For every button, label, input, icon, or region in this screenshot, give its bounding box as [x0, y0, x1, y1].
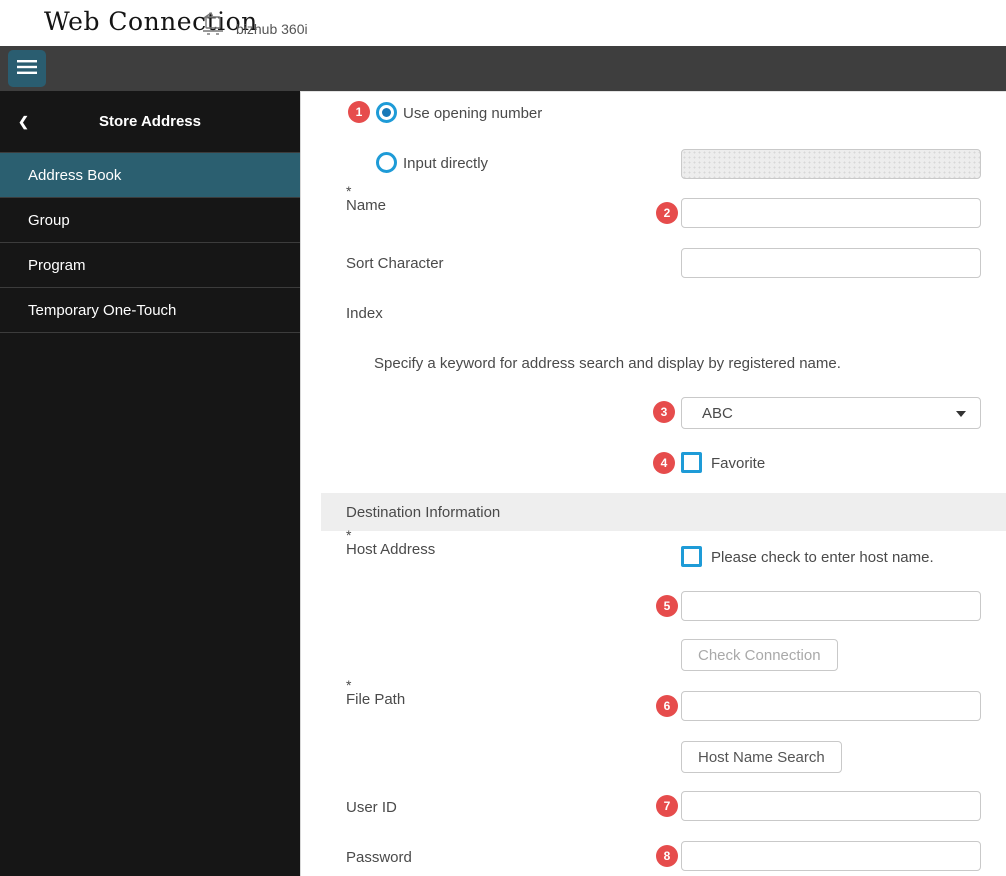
sidebar-header: ❮ Store Address — [0, 91, 300, 153]
caret-down-icon — [956, 411, 966, 417]
use-opening-number-label: Use opening number — [403, 105, 542, 122]
enter-host-name-checkbox[interactable] — [681, 546, 702, 567]
host-address-label: * Host Address — [346, 529, 435, 558]
favorite-checkbox[interactable] — [681, 452, 702, 473]
password-label: Password — [346, 849, 412, 866]
index-hint: Specify a keyword for address search and… — [374, 355, 841, 372]
sidebar-item-program[interactable]: Program — [0, 243, 300, 288]
user-id-label: User ID — [346, 799, 397, 816]
host-address-input[interactable] — [681, 591, 981, 621]
sort-character-label: Sort Character — [346, 255, 444, 272]
password-input[interactable] — [681, 841, 981, 871]
index-selected-option: ABC — [702, 405, 733, 422]
hamburger-menu-button[interactable] — [8, 50, 46, 87]
device-name: bizhub 360i — [236, 15, 308, 37]
step-badge-8: 8 — [656, 845, 678, 867]
registration-number-input — [681, 149, 981, 179]
step-badge-3: 3 — [653, 401, 675, 423]
menu-icon — [17, 59, 37, 78]
step-badge-4: 4 — [653, 452, 675, 474]
store-address-form: 1 2 3 4 5 6 7 8 Use opening number Input… — [300, 91, 1006, 876]
user-id-input[interactable] — [681, 791, 981, 821]
sidebar-item-temporary-one-touch[interactable]: Temporary One-Touch — [0, 288, 300, 333]
device-info: bizhub 360i — [198, 8, 308, 43]
app-header: Web Connection bizhub 360i — [0, 0, 1006, 46]
step-badge-6: 6 — [656, 695, 678, 717]
step-badge-2: 2 — [656, 202, 678, 224]
toolbar — [0, 46, 1006, 91]
required-marker: * — [346, 679, 405, 691]
index-select[interactable]: ABC — [681, 397, 981, 429]
favorite-label: Favorite — [711, 455, 765, 472]
input-directly-label: Input directly — [403, 155, 488, 172]
host-name-search-button[interactable]: Host Name Search — [681, 741, 842, 773]
check-connection-button[interactable]: Check Connection — [681, 639, 838, 671]
required-marker: * — [346, 529, 435, 541]
sidebar-item-address-book[interactable]: Address Book — [0, 153, 300, 198]
sidebar: ❮ Store Address Address Book Group Progr… — [0, 91, 300, 876]
sidebar-item-group[interactable]: Group — [0, 198, 300, 243]
destination-information-header: Destination Information — [321, 493, 1006, 531]
sort-character-input[interactable] — [681, 248, 981, 278]
required-marker: * — [346, 185, 386, 197]
radio-input-directly[interactable] — [376, 152, 397, 173]
radio-use-opening-number[interactable] — [376, 102, 397, 123]
step-badge-5: 5 — [656, 595, 678, 617]
name-label: * Name — [346, 185, 386, 214]
sidebar-title: Store Address — [99, 113, 201, 130]
name-input[interactable] — [681, 198, 981, 228]
file-path-label: * File Path — [346, 679, 405, 708]
index-label: Index — [346, 305, 383, 322]
step-badge-7: 7 — [656, 795, 678, 817]
file-path-input[interactable] — [681, 691, 981, 721]
printer-icon — [198, 8, 228, 43]
chevron-left-icon[interactable]: ❮ — [18, 114, 29, 130]
enter-host-name-label: Please check to enter host name. — [711, 549, 934, 566]
step-badge-1: 1 — [348, 101, 370, 123]
